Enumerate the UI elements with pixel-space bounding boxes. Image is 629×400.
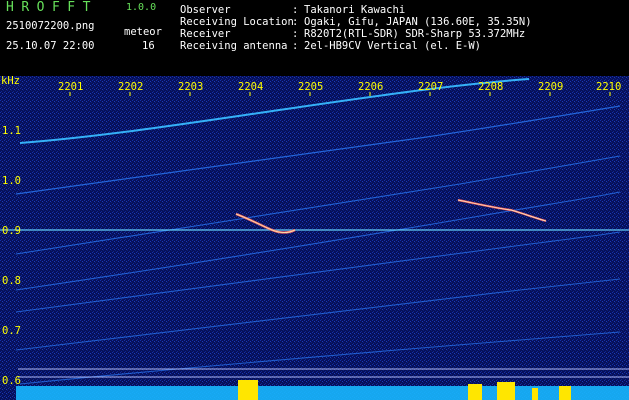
observer-value: Takanori Kawachi [304, 4, 406, 16]
observer-label: Observer [180, 4, 231, 16]
y-axis-unit: kHz [1, 76, 20, 87]
x-tick-2205: 2205 [298, 81, 323, 93]
burst-4 [532, 388, 538, 400]
x-tick-2208: 2208 [478, 81, 503, 93]
x-tick-2209: 2209 [538, 81, 563, 93]
y-tick-0-8: 0.8 [2, 275, 21, 287]
receiver-label: Receiver [180, 28, 231, 40]
file-name: 2510072200.png [6, 20, 95, 32]
receiver-colon: : [292, 28, 299, 40]
location-colon: : [292, 16, 299, 28]
receiver-value: R820T2(RTL-SDR) SDR-Sharp 53.372MHz [304, 28, 526, 40]
x-tick-2201: 2201 [58, 81, 83, 93]
location-label: Receiving Location [180, 16, 294, 28]
observer-colon: : [292, 4, 299, 16]
x-tick-2202: 2202 [118, 81, 143, 93]
antenna-colon: : [292, 40, 299, 52]
spectrogram-panel: kHz 2201 2202 2203 2204 2205 2206 2207 2… [0, 76, 629, 400]
y-tick-0-6: 0.6 [2, 375, 21, 387]
spectrogram: kHz 2201 2202 2203 2204 2205 2206 2207 2… [0, 76, 629, 400]
meteor-count: 16 [142, 40, 155, 52]
app-title: HROFFT [6, 0, 98, 15]
burst-5 [559, 386, 571, 400]
datetime: 25.10.07 22:00 [6, 40, 95, 52]
y-tick-1-1: 1.1 [2, 125, 21, 137]
antenna-label: Receiving antenna [180, 40, 288, 52]
y-tick-0-9: 0.9 [2, 225, 21, 237]
burst-3 [497, 382, 515, 400]
antenna-value: 2el-HB9CV Vertical (el. E-W) [304, 40, 482, 52]
burst-2 [468, 384, 482, 400]
app-version: 1.0.0 [126, 2, 157, 13]
burst-1 [238, 380, 258, 400]
y-tick-0-7: 0.7 [2, 325, 21, 337]
y-tick-1-0: 1.0 [2, 175, 21, 187]
location-value: Ogaki, Gifu, JAPAN (136.60E, 35.35N) [304, 16, 532, 28]
x-tick-2210: 2210 [596, 81, 621, 93]
spectrogram-background [0, 76, 629, 400]
header-panel: HROFFT 1.0.0 2510072200.png meteor 25.10… [0, 0, 629, 76]
x-tick-2204: 2204 [238, 81, 263, 93]
x-tick-2203: 2203 [178, 81, 203, 93]
x-tick-2206: 2206 [358, 81, 383, 93]
meteor-label: meteor [124, 26, 162, 38]
x-tick-2207: 2207 [418, 81, 443, 93]
